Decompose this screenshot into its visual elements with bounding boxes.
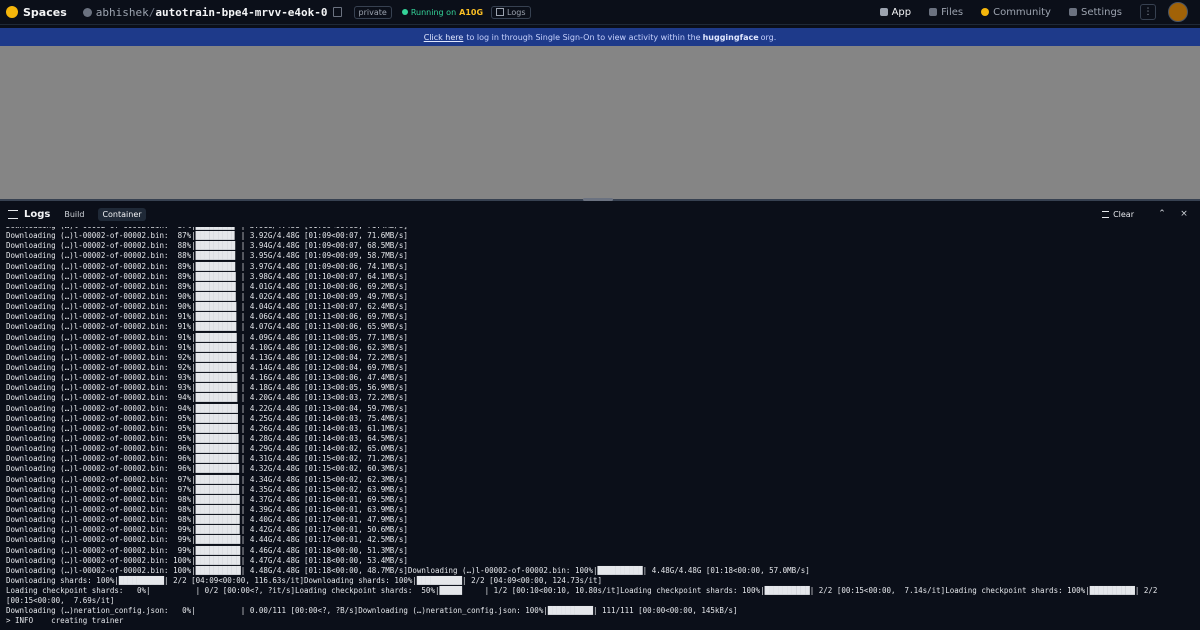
log-line: > INFO creating trainer: [6, 616, 124, 626]
log-line: Downloading (…)l-00002-of-00002.bin: 100…: [6, 565, 810, 575]
files-icon: [929, 8, 938, 16]
log-line: Downloading (…)l-00002-of-00002.bin: 96%…: [6, 464, 408, 474]
hugging-face-logo-icon[interactable]: [6, 6, 18, 18]
log-line: Downloading (…)l-00002-of-00002.bin: 91%…: [6, 342, 408, 352]
log-line: Downloading (…)l-00002-of-00002.bin: 88%…: [6, 241, 408, 251]
log-line: Downloading (…)l-00002-of-00002.bin: 98%…: [6, 494, 408, 504]
log-line: Downloading (…)l-00002-of-00002.bin: 90%…: [6, 291, 408, 301]
log-line: Downloading (…)l-00002-of-00002.bin: 89%…: [6, 261, 408, 271]
visibility-badge: private: [353, 5, 392, 19]
more-options-button[interactable]: ⋮: [1140, 4, 1156, 20]
banner-text: to log in through Single Sign-On to view…: [466, 32, 701, 42]
app-icon: [879, 8, 888, 16]
user-avatar[interactable]: [1168, 2, 1188, 22]
log-line: Downloading (…)l-00002-of-00002.bin: 90%…: [6, 302, 408, 312]
logs-panel-icon: [8, 209, 18, 219]
log-line: Downloading (…)l-00002-of-00002.bin: 96%…: [6, 454, 408, 464]
log-line: Downloading (…)l-00002-of-00002.bin: 97%…: [6, 474, 408, 484]
log-line: Downloading (…)l-00002-of-00002.bin: 94%…: [6, 403, 408, 413]
nav-files-label: Files: [941, 6, 964, 18]
log-line: Downloading (…)l-00002-of-00002.bin: 88%…: [6, 251, 408, 261]
nav-settings[interactable]: Settings: [1068, 6, 1122, 18]
log-line: Downloading (…)l-00002-of-00002.bin: 99%…: [6, 535, 408, 545]
space-nav: App Files Community Settings ⋮: [879, 0, 1200, 24]
log-line: Downloading (…)l-00002-of-00002.bin: 96%…: [6, 444, 408, 454]
nav-settings-label: Settings: [1080, 6, 1122, 18]
log-line: Downloading (…)l-00002-of-00002.bin: 98%…: [6, 515, 408, 525]
clear-icon: [1102, 210, 1110, 218]
log-line: Downloading (…)l-00002-of-00002.bin: 97%…: [6, 484, 408, 494]
sso-login-link[interactable]: Click here: [424, 33, 464, 42]
log-line: Downloading (…)l-00002-of-00002.bin: 93%…: [6, 383, 408, 393]
log-line: Downloading (…)l-00002-of-00002.bin: 92%…: [6, 352, 408, 362]
log-console[interactable]: Downloading (…)l-00002-of-00002.bin: 87%…: [6, 227, 1196, 630]
log-line: Downloading (…)l-00002-of-00002.bin: 95%…: [6, 423, 408, 433]
gear-icon: [1068, 8, 1077, 16]
log-line: Downloading (…)l-00002-of-00002.bin: 91%…: [6, 322, 408, 332]
status-prefix: Running on: [410, 7, 457, 17]
log-line: Downloading (…)neration_config.json: 0%|…: [6, 606, 738, 616]
logs-button[interactable]: Logs: [491, 5, 531, 19]
logs-button-label: Logs: [507, 7, 526, 17]
nav-community[interactable]: Community: [981, 7, 1051, 18]
log-line: Downloading (…)l-00002-of-00002.bin: 92%…: [6, 362, 408, 372]
spaces-brand[interactable]: Spaces: [23, 6, 67, 19]
logs-panel-header: Logs Build Container Clear ⌃ ×: [0, 201, 1200, 227]
log-line: [00:15<00:00, 7.69s/it]: [6, 596, 115, 606]
owner-avatar-icon: [82, 7, 92, 17]
log-line: Downloading (…)l-00002-of-00002.bin: 98%…: [6, 504, 408, 514]
tab-build[interactable]: Build: [60, 208, 88, 221]
logs-panel-title: Logs: [24, 208, 51, 220]
clear-label: Clear: [1113, 209, 1134, 219]
log-line: Downloading (…)l-00002-of-00002.bin: 89%…: [6, 281, 408, 291]
nav-app-label: App: [891, 6, 912, 18]
sso-banner: Click here to log in through Single Sign…: [0, 28, 1200, 46]
tab-container[interactable]: Container: [98, 207, 146, 221]
banner-org: huggingface: [702, 32, 759, 42]
running-status-icon: [401, 9, 408, 15]
clear-logs-button[interactable]: Clear: [1102, 210, 1134, 219]
repo-owner-link[interactable]: abhishek: [96, 6, 149, 19]
banner-text-end: org.: [760, 32, 777, 42]
community-icon: [981, 8, 990, 16]
close-icon[interactable]: ×: [1178, 209, 1190, 219]
runtime-status-badge[interactable]: Running on A10G: [401, 7, 484, 17]
logs-panel-actions: Clear ⌃ ×: [1102, 201, 1190, 227]
nav-community-label: Community: [993, 6, 1051, 18]
logs-icon: [496, 8, 505, 16]
log-line: Downloading (…)l-00002-of-00002.bin: 87%…: [6, 231, 408, 241]
log-line: Downloading (…)l-00002-of-00002.bin: 91%…: [6, 312, 408, 322]
log-line: Downloading (…)l-00002-of-00002.bin: 93%…: [6, 373, 408, 383]
path-separator: /: [148, 5, 156, 19]
hardware-label: A10G: [459, 7, 484, 17]
log-line: Downloading (…)l-00002-of-00002.bin: 99%…: [6, 545, 408, 555]
log-line: Downloading (…)l-00002-of-00002.bin: 100…: [6, 555, 408, 565]
log-line: Loading checkpoint shards: 0%| | 0/2 [00…: [6, 586, 1158, 596]
nav-app[interactable]: App: [879, 6, 912, 18]
app-iframe-area[interactable]: [0, 46, 1200, 199]
log-line: Downloading (…)l-00002-of-00002.bin: 94%…: [6, 393, 408, 403]
log-line: Downloading (…)l-00002-of-00002.bin: 99%…: [6, 525, 408, 535]
log-line: Downloading shards: 100%|██████████| 2/2…: [6, 575, 603, 585]
collapse-icon[interactable]: ⌃: [1156, 209, 1168, 219]
copy-icon[interactable]: [332, 7, 342, 17]
log-line: Downloading (…)l-00002-of-00002.bin: 89%…: [6, 271, 408, 281]
top-navbar: Spaces abhishek / autotrain-bpe4-mrvv-e4…: [0, 0, 1200, 25]
repo-name-link[interactable]: autotrain-bpe4-mrvv-e4ok-0: [155, 6, 327, 19]
nav-files[interactable]: Files: [929, 7, 963, 18]
log-line: Downloading (…)l-00002-of-00002.bin: 95%…: [6, 413, 408, 423]
log-line: Downloading (…)l-00002-of-00002.bin: 91%…: [6, 332, 408, 342]
log-line: Downloading (…)l-00002-of-00002.bin: 95%…: [6, 433, 408, 443]
